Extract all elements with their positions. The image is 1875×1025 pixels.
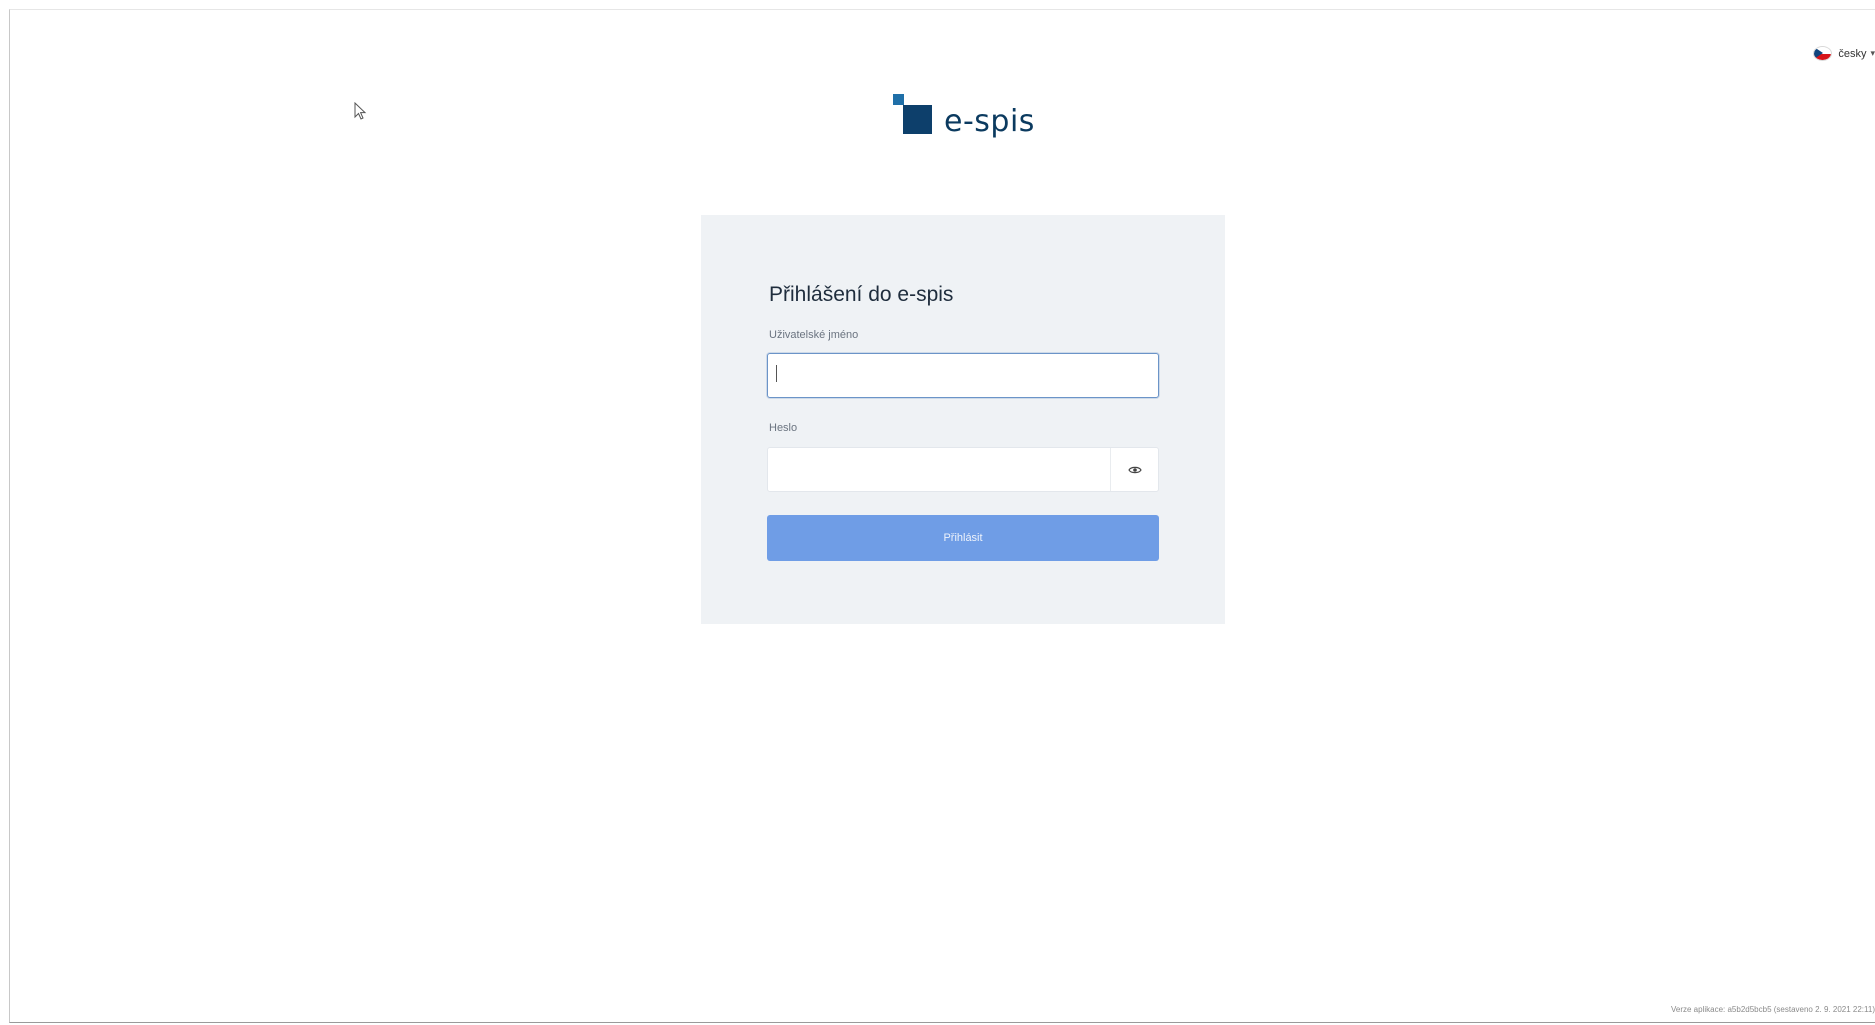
username-label: Uživatelské jméno: [769, 329, 859, 341]
czech-flag-icon: [1813, 46, 1833, 61]
text-caret: [776, 365, 777, 382]
browser-viewport: česky ▾ e-spis Přihlášení do e-spis Uživ…: [9, 9, 1875, 1023]
language-label: česky: [1838, 47, 1867, 60]
espis-logo: e-spis: [883, 92, 1043, 144]
username-input[interactable]: [767, 353, 1159, 398]
logo-big-square: [903, 105, 932, 134]
mouse-cursor-icon: [354, 102, 367, 120]
login-title: Přihlášení do e-spis: [769, 283, 954, 306]
login-button[interactable]: Přihlásit: [767, 515, 1159, 561]
logo-small-square: [893, 94, 904, 105]
login-card: Přihlášení do e-spis Uživatelské jméno H…: [701, 215, 1225, 624]
chevron-down-icon: ▾: [1870, 48, 1875, 58]
language-selector[interactable]: česky ▾: [1813, 46, 1875, 61]
show-password-button[interactable]: [1110, 448, 1158, 491]
version-info: Verze aplikace: a5b2d5bcb5 (sestaveno 2.…: [1671, 1005, 1875, 1014]
logo-text: e-spis: [944, 104, 1035, 139]
eye-icon: [1127, 466, 1142, 473]
password-field: [767, 447, 1159, 492]
password-input[interactable]: [768, 448, 1112, 491]
password-label: Heslo: [769, 422, 798, 434]
